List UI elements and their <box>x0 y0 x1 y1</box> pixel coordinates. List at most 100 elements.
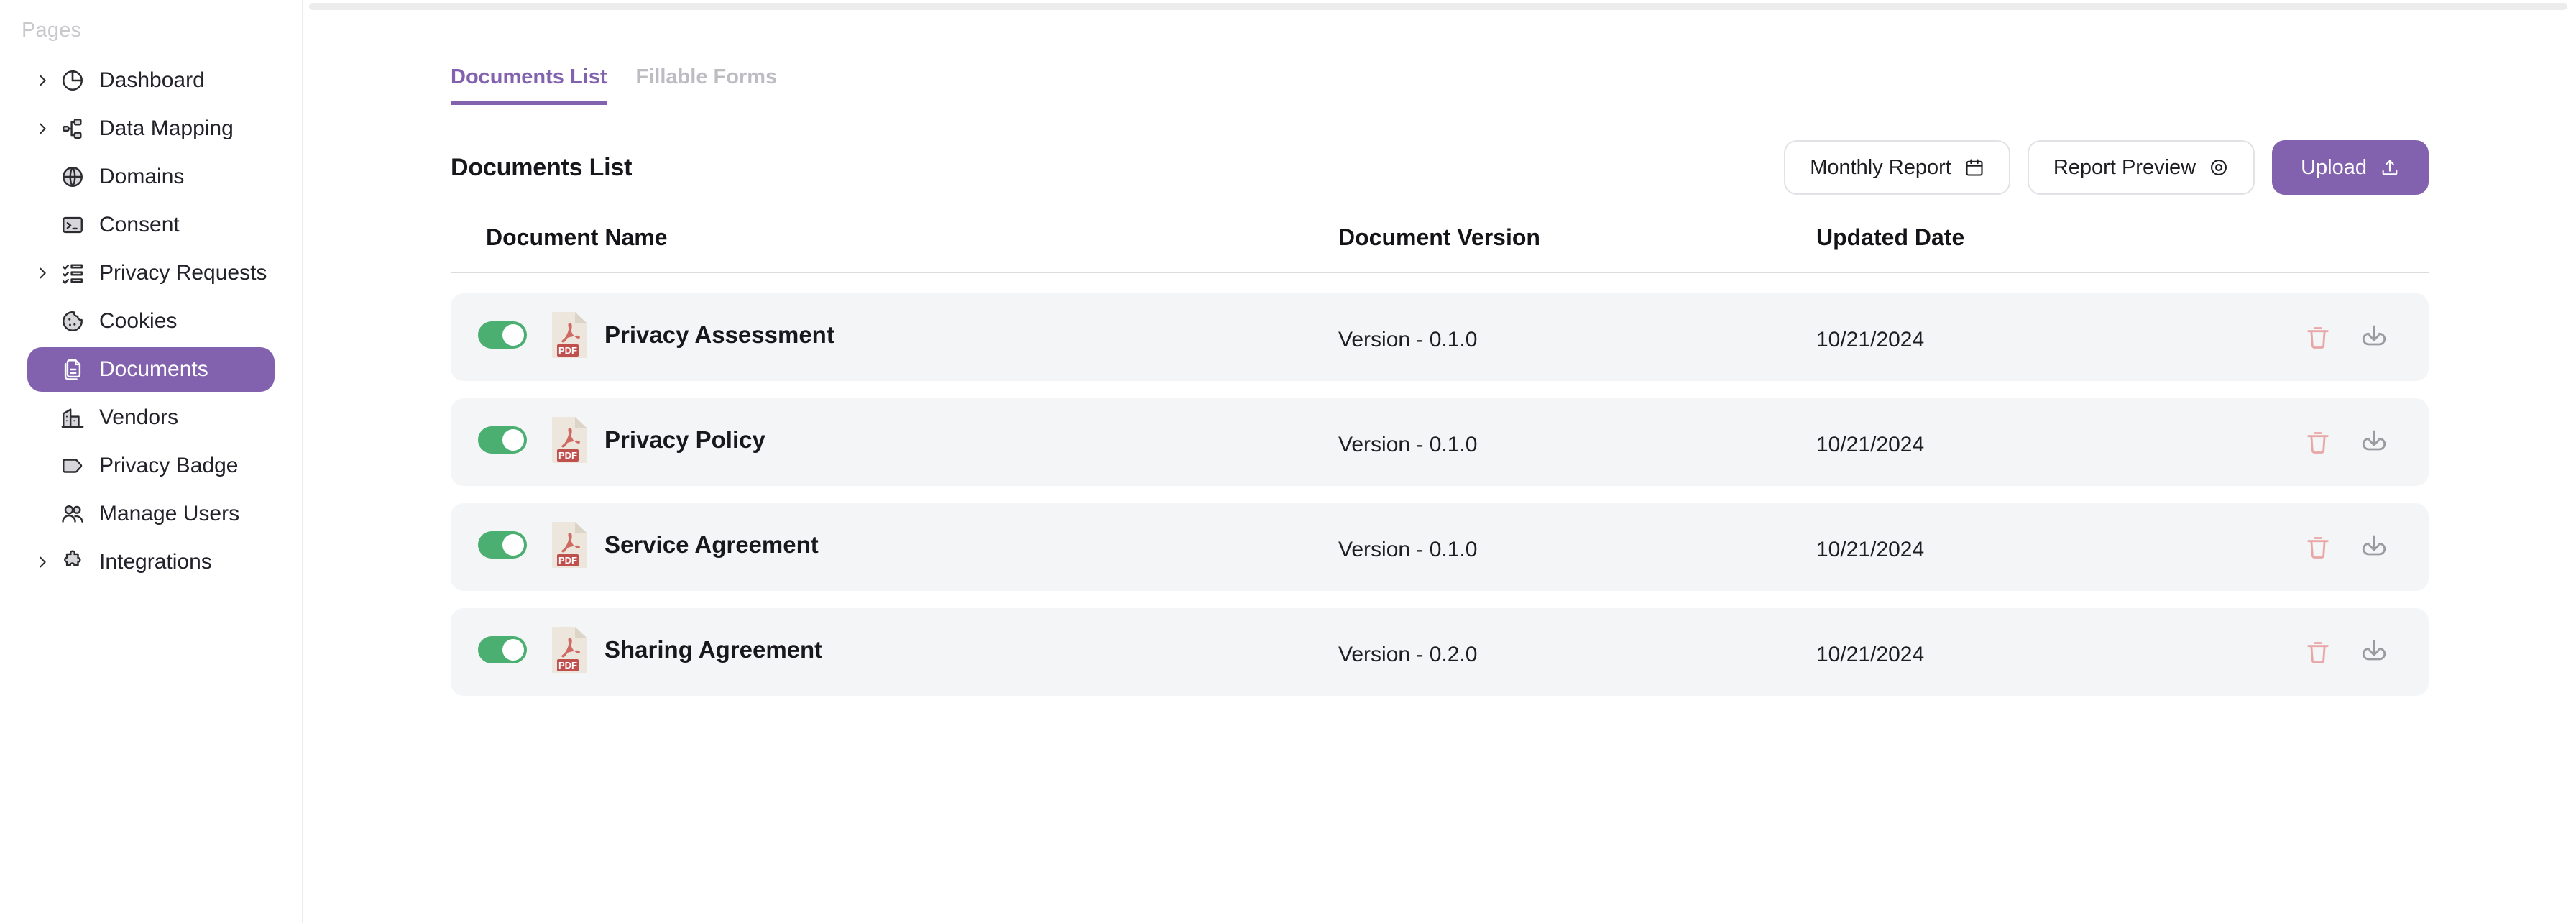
document-name-label: Sharing Agreement <box>604 636 823 663</box>
pdf-file-icon: PDF <box>551 311 589 359</box>
column-header-document-name: Document Name <box>486 224 668 250</box>
calendar-icon <box>1964 157 1984 178</box>
chevron-right-icon[interactable] <box>30 73 55 88</box>
trash-icon[interactable] <box>2301 320 2335 354</box>
cell-document-name: PDF Privacy Policy <box>451 417 1338 464</box>
users-icon <box>56 502 89 526</box>
document-name-label: Privacy Assessment <box>604 321 834 348</box>
toggle-knob <box>502 324 524 346</box>
sidebar: Pages Dashboard Data Mapping Domains Consen… <box>0 0 303 923</box>
tag-icon <box>56 454 89 478</box>
tab-fillable-forms[interactable]: Fillable Forms <box>636 65 778 105</box>
document-enabled-toggle[interactable] <box>478 531 527 559</box>
tab-documents-list[interactable]: Documents List <box>451 65 607 105</box>
cell-actions <box>2291 425 2429 459</box>
sidebar-item-label: Privacy Requests <box>99 261 267 285</box>
eye-icon <box>2209 157 2229 178</box>
sidebar-item-label: Cookies <box>99 309 178 333</box>
pdf-file-icon: PDF <box>551 416 589 464</box>
svg-text:PDF: PDF <box>558 450 577 461</box>
sidebar-item-label: Data Mapping <box>99 116 234 140</box>
table-row[interactable]: PDF Service Agreement Version - 0.1.0 10/2… <box>451 503 2429 591</box>
sidebar-item-privacy-badge[interactable]: Privacy Badge <box>27 444 275 488</box>
download-icon[interactable] <box>2357 530 2391 564</box>
sidebar-item-documents[interactable]: Documents <box>27 347 275 392</box>
sidebar-item-domains[interactable]: Domains <box>27 155 275 199</box>
sidebar-item-vendors[interactable]: Vendors <box>27 395 275 440</box>
column-header-updated-date: Updated Date <box>1816 224 1965 250</box>
terminal-icon <box>56 213 89 237</box>
download-icon[interactable] <box>2357 320 2391 354</box>
chevron-right-icon[interactable] <box>30 121 55 137</box>
cell-actions <box>2291 530 2429 564</box>
document-version-value: Version - 0.1.0 <box>1338 433 1478 456</box>
pdf-file-icon: PDF <box>551 521 589 569</box>
sidebar-item-label: Manage Users <box>99 502 240 525</box>
cell-actions <box>2291 635 2429 669</box>
app-root: Pages Dashboard Data Mapping Domains Consen… <box>0 0 2576 923</box>
header-actions: Monthly Report Report Preview Upload <box>1784 140 2429 195</box>
report-preview-button[interactable]: Report Preview <box>2027 140 2255 195</box>
monthly-report-button[interactable]: Monthly Report <box>1784 140 2010 195</box>
sidebar-item-cookies[interactable]: Cookies <box>27 299 275 344</box>
sidebar-section-label: Pages <box>22 19 82 42</box>
table-header: Document Name Document Version Updated D… <box>451 221 2429 273</box>
document-enabled-toggle[interactable] <box>478 636 527 663</box>
download-icon[interactable] <box>2357 425 2391 459</box>
puzzle-piece-icon <box>56 550 89 574</box>
download-icon[interactable] <box>2357 635 2391 669</box>
toggle-knob <box>502 639 524 661</box>
content-header: Documents List Monthly Report Report Pre… <box>303 139 2576 196</box>
sidebar-item-manage-users[interactable]: Manage Users <box>27 492 275 536</box>
sidebar-item-consent[interactable]: Consent <box>27 203 275 247</box>
trash-icon[interactable] <box>2301 530 2335 564</box>
upload-button[interactable]: Upload <box>2272 140 2429 195</box>
upload-icon <box>2380 157 2400 178</box>
building-icon <box>56 405 89 430</box>
toggle-knob <box>502 429 524 451</box>
table-row[interactable]: PDF Privacy Assessment Version - 0.1.0 10/… <box>451 293 2429 381</box>
chevron-right-icon[interactable] <box>30 265 55 281</box>
svg-text:PDF: PDF <box>558 555 577 566</box>
sidebar-item-label: Integrations <box>99 550 212 574</box>
updated-date-value: 10/21/2024 <box>1816 433 1925 456</box>
document-enabled-toggle[interactable] <box>478 321 527 349</box>
document-name-label: Service Agreement <box>604 531 819 558</box>
sidebar-item-privacy-requests[interactable]: Privacy Requests <box>27 251 275 295</box>
page-title: Documents List <box>451 153 632 181</box>
trash-icon[interactable] <box>2301 425 2335 459</box>
cell-document-name: PDF Service Agreement <box>451 522 1338 569</box>
sidebar-item-label: Privacy Badge <box>99 454 239 477</box>
trash-icon[interactable] <box>2301 635 2335 669</box>
report-preview-label: Report Preview <box>2053 155 2196 179</box>
monthly-report-label: Monthly Report <box>1810 155 1951 179</box>
document-name-label: Privacy Policy <box>604 426 765 453</box>
documents-icon <box>56 357 89 382</box>
main-content: Documents List Fillable Forms Documents … <box>303 0 2576 923</box>
updated-date-value: 10/21/2024 <box>1816 328 1925 352</box>
sidebar-item-dashboard[interactable]: Dashboard <box>27 58 275 103</box>
table-body: PDF Privacy Assessment Version - 0.1.0 10/… <box>451 293 2429 696</box>
document-version-value: Version - 0.2.0 <box>1338 643 1478 666</box>
sidebar-item-label: Documents <box>99 357 208 381</box>
table-row[interactable]: PDF Sharing Agreement Version - 0.2.0 10/2… <box>451 608 2429 696</box>
cookie-icon <box>56 309 89 334</box>
sitemap-icon <box>56 116 89 141</box>
sidebar-item-integrations[interactable]: Integrations <box>27 540 275 584</box>
sidebar-item-label: Vendors <box>99 405 179 429</box>
horizontal-scrollbar[interactable] <box>309 3 2567 10</box>
updated-date-value: 10/21/2024 <box>1816 538 1925 561</box>
globe-icon <box>56 165 89 189</box>
cell-document-name: PDF Privacy Assessment <box>451 312 1338 359</box>
pie-chart-icon <box>56 68 89 93</box>
documents-table: Document Name Document Version Updated D… <box>303 221 2576 696</box>
table-row[interactable]: PDF Privacy Policy Version - 0.1.0 10/21/2… <box>451 398 2429 486</box>
sidebar-item-data-mapping[interactable]: Data Mapping <box>27 106 275 151</box>
document-enabled-toggle[interactable] <box>478 426 527 454</box>
document-version-value: Version - 0.1.0 <box>1338 538 1478 561</box>
sidebar-nav: Dashboard Data Mapping Domains Consent Priva… <box>0 58 302 584</box>
chevron-right-icon[interactable] <box>30 554 55 570</box>
upload-label: Upload <box>2301 155 2367 179</box>
toggle-knob <box>502 534 524 556</box>
svg-text:PDF: PDF <box>558 345 577 356</box>
